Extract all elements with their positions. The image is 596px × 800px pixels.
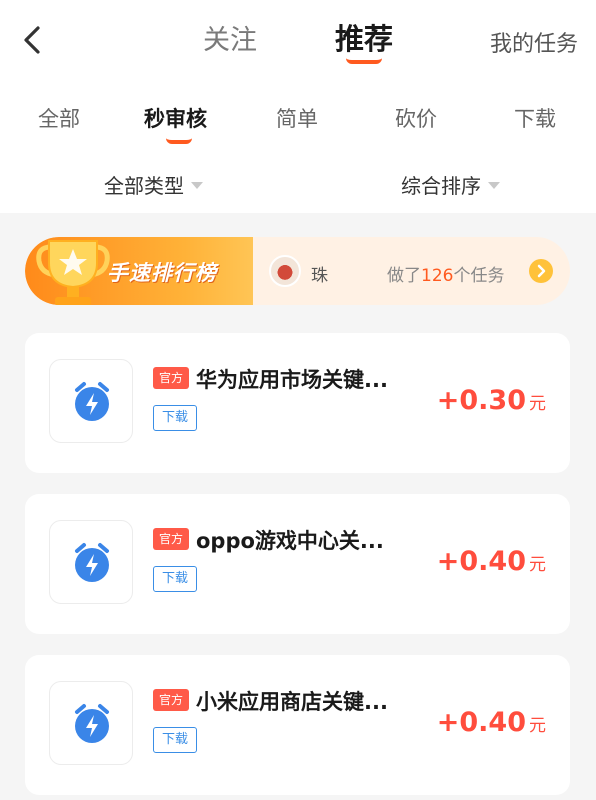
- my-tasks-link[interactable]: 我的任务: [490, 26, 578, 58]
- task-reward: +0.30 元: [437, 385, 546, 416]
- reward-amount: +0.30: [436, 385, 526, 416]
- task-app-icon: [49, 359, 133, 443]
- reward-amount: +0.40: [436, 546, 526, 577]
- speed-ranking-banner[interactable]: 手速排行榜 珠 做了126个任务: [25, 237, 570, 305]
- filter-sort-label: 综合排序: [401, 174, 481, 198]
- task-card[interactable]: 官方 小米应用商店关键... 下载 +0.40 元: [25, 655, 570, 795]
- subtab-download[interactable]: 下载: [514, 103, 556, 133]
- tab-recommend[interactable]: 推荐: [335, 16, 393, 58]
- task-title: 华为应用市场关键...: [196, 368, 388, 392]
- trophy-icon: [36, 240, 110, 305]
- chevron-left-icon: [24, 26, 40, 54]
- chevron-right-icon: [537, 264, 546, 278]
- official-badge: 官方: [153, 528, 189, 550]
- subtab-active-indicator: [166, 138, 192, 144]
- tab-active-indicator: [346, 58, 382, 64]
- filter-type-dropdown[interactable]: 全部类型: [104, 170, 203, 199]
- task-title: oppo游戏中心关...: [196, 529, 384, 553]
- count-value: 126: [421, 266, 454, 286]
- task-category-tag: 下载: [153, 727, 198, 753]
- alarm-clock-icon: [75, 382, 109, 421]
- ranking-task-count: 做了126个任务: [387, 261, 504, 286]
- alarm-clock-icon: [75, 704, 109, 743]
- tab-follow[interactable]: 关注: [203, 18, 257, 57]
- back-button[interactable]: [18, 22, 48, 58]
- top-navigation-area: 关注 推荐 我的任务 全部 秒审核 简单 砍价 下载 全部类型 综合排序: [0, 0, 596, 213]
- task-reward: +0.40 元: [437, 546, 546, 577]
- alarm-clock-icon: [75, 543, 109, 582]
- filter-sort-dropdown[interactable]: 综合排序: [401, 170, 500, 199]
- official-badge: 官方: [153, 367, 189, 389]
- task-card[interactable]: 官方 oppo游戏中心关... 下载 +0.40 元: [25, 494, 570, 634]
- task-title: 小米应用商店关键...: [196, 690, 388, 714]
- avatar: [269, 255, 301, 287]
- official-badge: 官方: [153, 689, 189, 711]
- subtab-simple[interactable]: 简单: [276, 103, 318, 133]
- caret-down-icon: [191, 182, 203, 189]
- reward-amount: +0.40: [436, 707, 526, 738]
- subtab-bargain[interactable]: 砍价: [395, 103, 437, 133]
- reward-unit: 元: [529, 394, 546, 414]
- ranking-arrow-button[interactable]: [529, 259, 553, 283]
- task-category-tag: 下载: [153, 566, 198, 592]
- reward-unit: 元: [529, 555, 546, 575]
- ranking-title: 手速排行榜: [107, 261, 217, 285]
- task-app-icon: [49, 520, 133, 604]
- ranking-user-name: 珠: [311, 266, 328, 286]
- count-suffix: 个任务: [453, 266, 505, 286]
- count-prefix: 做了: [387, 266, 421, 286]
- task-app-icon: [49, 681, 133, 765]
- task-reward: +0.40 元: [437, 707, 546, 738]
- task-card[interactable]: 官方 华为应用市场关键... 下载 +0.30 元: [25, 333, 570, 473]
- reward-unit: 元: [529, 716, 546, 736]
- task-category-tag: 下载: [153, 405, 198, 431]
- subtab-all[interactable]: 全部: [38, 103, 80, 133]
- caret-down-icon: [488, 182, 500, 189]
- subtab-quick-review[interactable]: 秒审核: [144, 103, 207, 133]
- filter-type-label: 全部类型: [104, 174, 184, 198]
